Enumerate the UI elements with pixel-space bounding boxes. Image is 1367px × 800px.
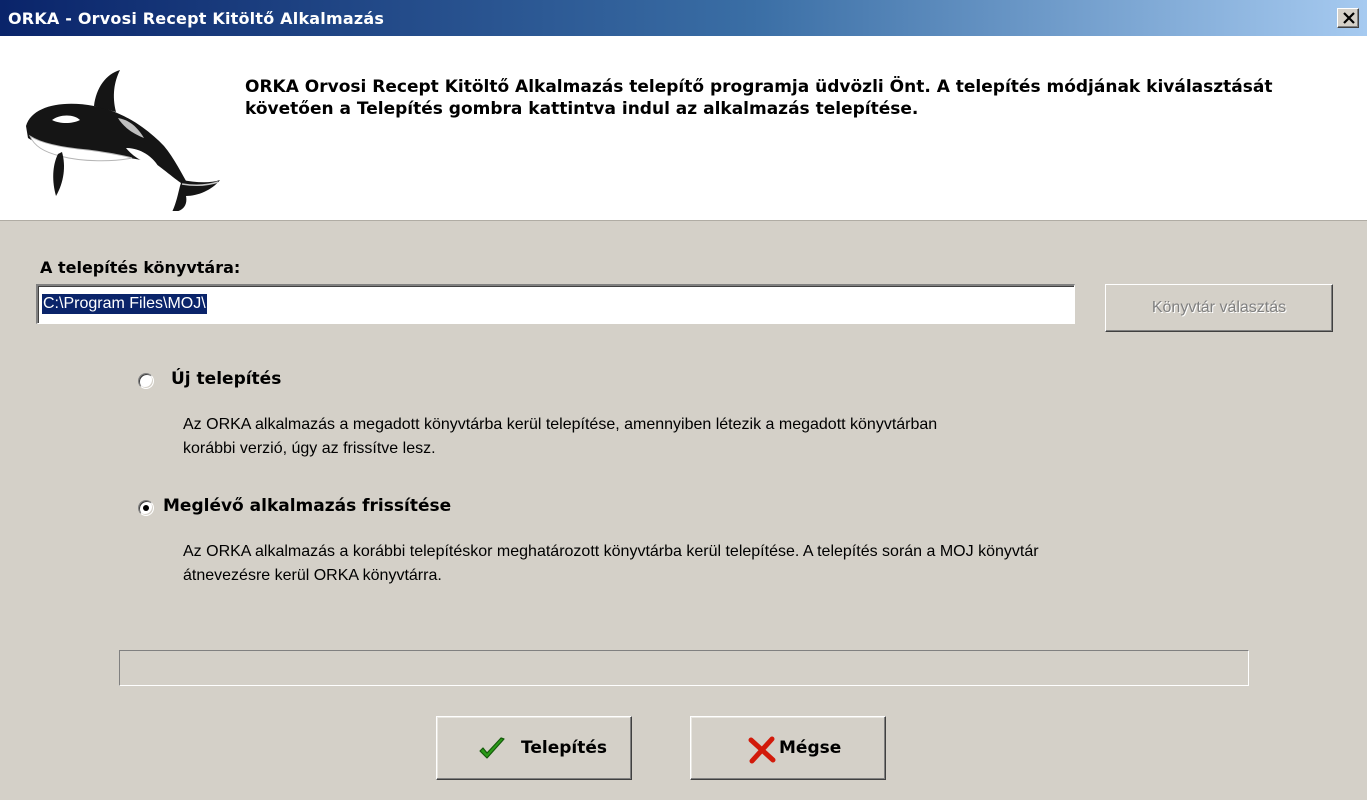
cancel-button[interactable]: Mégse	[690, 716, 886, 780]
install-dir-value: C:\Program Files\MOJ\	[42, 294, 207, 314]
upgrade-description: Az ORKA alkalmazás a korábbi telepítésko…	[183, 543, 1039, 584]
window-title: ORKA - Orvosi Recept Kitöltő Alkalmazás	[8, 9, 385, 28]
welcome-text: ORKA Orvosi Recept Kitöltő Alkalmazás te…	[245, 77, 1273, 119]
close-button[interactable]	[1337, 8, 1359, 28]
install-dir-input[interactable]: C:\Program Files\MOJ\	[36, 284, 1075, 324]
install-dir-label: A telepítés könyvtára:	[40, 258, 241, 277]
install-button-label: Telepítés	[521, 738, 607, 758]
browse-directory-button[interactable]: Könyvtár választás	[1105, 284, 1333, 332]
upgrade-radio[interactable]	[138, 500, 154, 516]
radio-selected-dot	[143, 505, 149, 511]
install-progress-bar	[119, 650, 1249, 686]
new-install-label[interactable]: Új telepítés	[171, 369, 281, 389]
upgrade-label[interactable]: Meglévő alkalmazás frissítése	[163, 496, 451, 516]
header-banner: ORKA Orvosi Recept Kitöltő Alkalmazás te…	[0, 36, 1367, 221]
new-install-radio[interactable]	[138, 373, 154, 389]
cross-icon	[748, 736, 776, 764]
install-button[interactable]: Telepítés	[436, 716, 632, 780]
checkmark-icon	[479, 737, 505, 759]
installer-window: ORKA - Orvosi Recept Kitöltő Alkalmazás	[0, 0, 1367, 800]
new-install-description: Az ORKA alkalmazás a megadott könyvtárba…	[183, 416, 938, 457]
cancel-button-label: Mégse	[779, 738, 842, 758]
close-icon	[1343, 12, 1355, 24]
title-bar[interactable]: ORKA - Orvosi Recept Kitöltő Alkalmazás	[0, 0, 1367, 36]
orca-logo	[26, 70, 220, 211]
